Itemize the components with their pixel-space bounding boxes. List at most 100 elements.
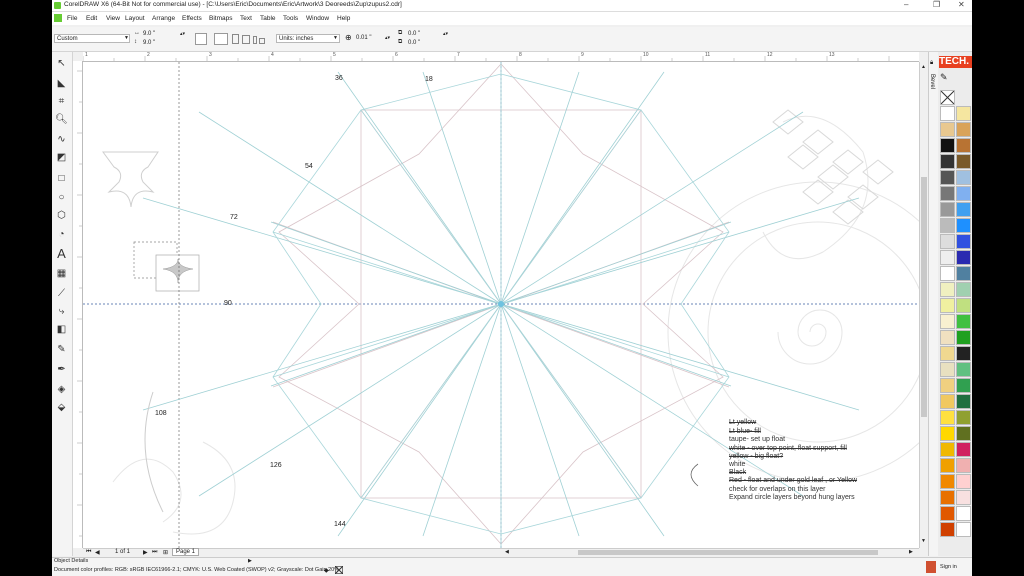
color-swatch[interactable] [940, 458, 955, 473]
next-page-icon[interactable]: ▶ [143, 549, 148, 556]
color-swatch[interactable] [940, 426, 955, 441]
color-swatch[interactable] [940, 186, 955, 201]
expand-arrow-icon[interactable]: ▶ [248, 558, 252, 564]
color-swatch[interactable] [940, 138, 955, 153]
vertical-scroll-thumb[interactable] [921, 177, 927, 417]
color-swatch[interactable] [956, 234, 971, 249]
color-swatch[interactable] [940, 474, 955, 489]
crop-tool-icon[interactable]: ⌗ [54, 94, 69, 109]
blend-tool-icon[interactable]: ◧ [54, 322, 69, 337]
spin-icon[interactable]: ▴▾ [180, 31, 185, 37]
page-preset-dropdown[interactable]: Custom [54, 34, 130, 43]
color-swatch[interactable] [956, 266, 971, 281]
color-swatch[interactable] [940, 394, 955, 409]
color-swatch[interactable] [940, 314, 955, 329]
fill-tool-icon[interactable]: ◈ [54, 382, 69, 397]
color-swatch[interactable] [940, 106, 955, 121]
menu-arrange[interactable]: Arrange [152, 15, 175, 22]
page-width-field[interactable]: 9.0 " [141, 30, 179, 39]
menu-table[interactable]: Table [260, 15, 276, 22]
scroll-down-icon[interactable]: ▼ [921, 538, 926, 544]
menu-view[interactable]: View [106, 15, 120, 22]
table-tool-icon[interactable]: ▦ [54, 266, 69, 281]
dimension-tool-icon[interactable]: ⟋ [54, 286, 69, 301]
smart-fill-tool-icon[interactable]: ◩ [54, 150, 69, 165]
color-swatch[interactable] [956, 410, 971, 425]
color-swatch[interactable] [940, 410, 955, 425]
no-fill-indicator-icon[interactable] [335, 566, 343, 574]
color-swatch[interactable] [956, 490, 971, 505]
color-swatch[interactable] [956, 282, 971, 297]
sign-in-link[interactable]: Sign in [940, 564, 957, 570]
note-line[interactable]: white - over top point, float support, f… [729, 445, 847, 452]
color-swatch[interactable] [940, 266, 955, 281]
color-swatch[interactable] [940, 298, 955, 313]
horizontal-scroll-thumb[interactable] [578, 550, 878, 555]
color-swatch[interactable] [940, 442, 955, 457]
color-swatch[interactable] [956, 314, 971, 329]
outline-pen-tool-icon[interactable]: ✒ [54, 362, 69, 377]
basic-shapes-tool-icon[interactable]: ◔ [54, 227, 69, 242]
lock-icon[interactable]: 🔒︎ [930, 60, 933, 67]
portrait-button[interactable] [195, 33, 207, 45]
bevel-tab[interactable]: Bevel [929, 74, 935, 89]
page-icon-tiny[interactable] [259, 38, 265, 44]
freehand-tool-icon[interactable]: ∿ [54, 132, 69, 147]
color-swatch[interactable] [956, 330, 971, 345]
current-page-icon[interactable] [242, 35, 250, 44]
interactive-fill-tool-icon[interactable]: ⬙ [54, 400, 69, 415]
color-swatch[interactable] [956, 106, 971, 121]
horizontal-ruler[interactable]: 1 2 3 4 5 6 7 8 9 10 11 12 13 [83, 52, 919, 62]
color-swatch[interactable] [956, 506, 971, 521]
color-swatch[interactable] [956, 522, 971, 537]
drawing-canvas[interactable]: 36 18 54 72 90 108 126 144 Lt yellow Lt … [83, 62, 919, 548]
scroll-up-icon[interactable]: ▲ [921, 64, 926, 70]
last-page-icon[interactable]: ⏭ [152, 549, 157, 556]
note-line[interactable]: taupe- set up float [729, 436, 785, 443]
color-swatch[interactable] [940, 522, 955, 537]
color-swatch[interactable] [940, 234, 955, 249]
color-swatch[interactable] [956, 362, 971, 377]
pick-tool-icon[interactable]: ↖ [54, 56, 69, 71]
color-swatch[interactable] [940, 122, 955, 137]
menu-layout[interactable]: Layout [125, 15, 145, 22]
note-line[interactable]: Lt blue- fill [729, 428, 761, 435]
color-swatch[interactable] [956, 346, 971, 361]
object-details-label[interactable]: Object Details [54, 558, 88, 564]
prev-page-icon[interactable]: ◀ [95, 549, 100, 556]
color-swatch[interactable] [956, 426, 971, 441]
color-profile-text[interactable]: Document color profiles: RGB: sRGB IEC61… [54, 567, 339, 573]
menu-effects[interactable]: Effects [182, 15, 202, 22]
color-swatch[interactable] [956, 378, 971, 393]
vertical-ruler[interactable] [73, 61, 83, 548]
note-line[interactable]: yellow - big float? [729, 453, 783, 460]
note-line[interactable]: check for overlaps on this layer [729, 486, 826, 493]
add-page-icon[interactable]: ⊞ [163, 549, 168, 556]
color-swatch[interactable] [940, 154, 955, 169]
center-point[interactable] [498, 301, 504, 307]
color-proof-icon[interactable]: ◆ [324, 567, 329, 574]
color-swatch[interactable] [940, 362, 955, 377]
minimize-button[interactable]: – [904, 0, 908, 9]
document-icon[interactable] [54, 14, 62, 22]
zoom-tool-icon[interactable]: 🔍︎ [54, 112, 69, 127]
color-swatch[interactable] [956, 394, 971, 409]
eyedropper-icon[interactable]: ✎ [940, 72, 948, 83]
color-swatch[interactable] [940, 282, 955, 297]
color-swatch[interactable] [956, 170, 971, 185]
color-swatch[interactable] [940, 250, 955, 265]
note-line[interactable]: white [729, 461, 745, 468]
landscape-button[interactable] [214, 33, 228, 45]
color-swatch[interactable] [956, 154, 971, 169]
color-swatch[interactable] [940, 378, 955, 393]
color-swatch[interactable] [956, 138, 971, 153]
note-line[interactable]: Red - float and under gold leaf , or Yel… [729, 477, 857, 484]
vertical-scrollbar[interactable]: ▲ ▼ [919, 62, 928, 548]
color-swatch[interactable] [956, 298, 971, 313]
color-swatch[interactable] [956, 122, 971, 137]
menu-tools[interactable]: Tools [283, 15, 298, 22]
no-color-swatch[interactable] [940, 90, 955, 105]
color-swatch[interactable] [940, 490, 955, 505]
page-height-field[interactable]: 9.0 " [141, 39, 179, 48]
close-button[interactable]: ✕ [958, 0, 965, 9]
